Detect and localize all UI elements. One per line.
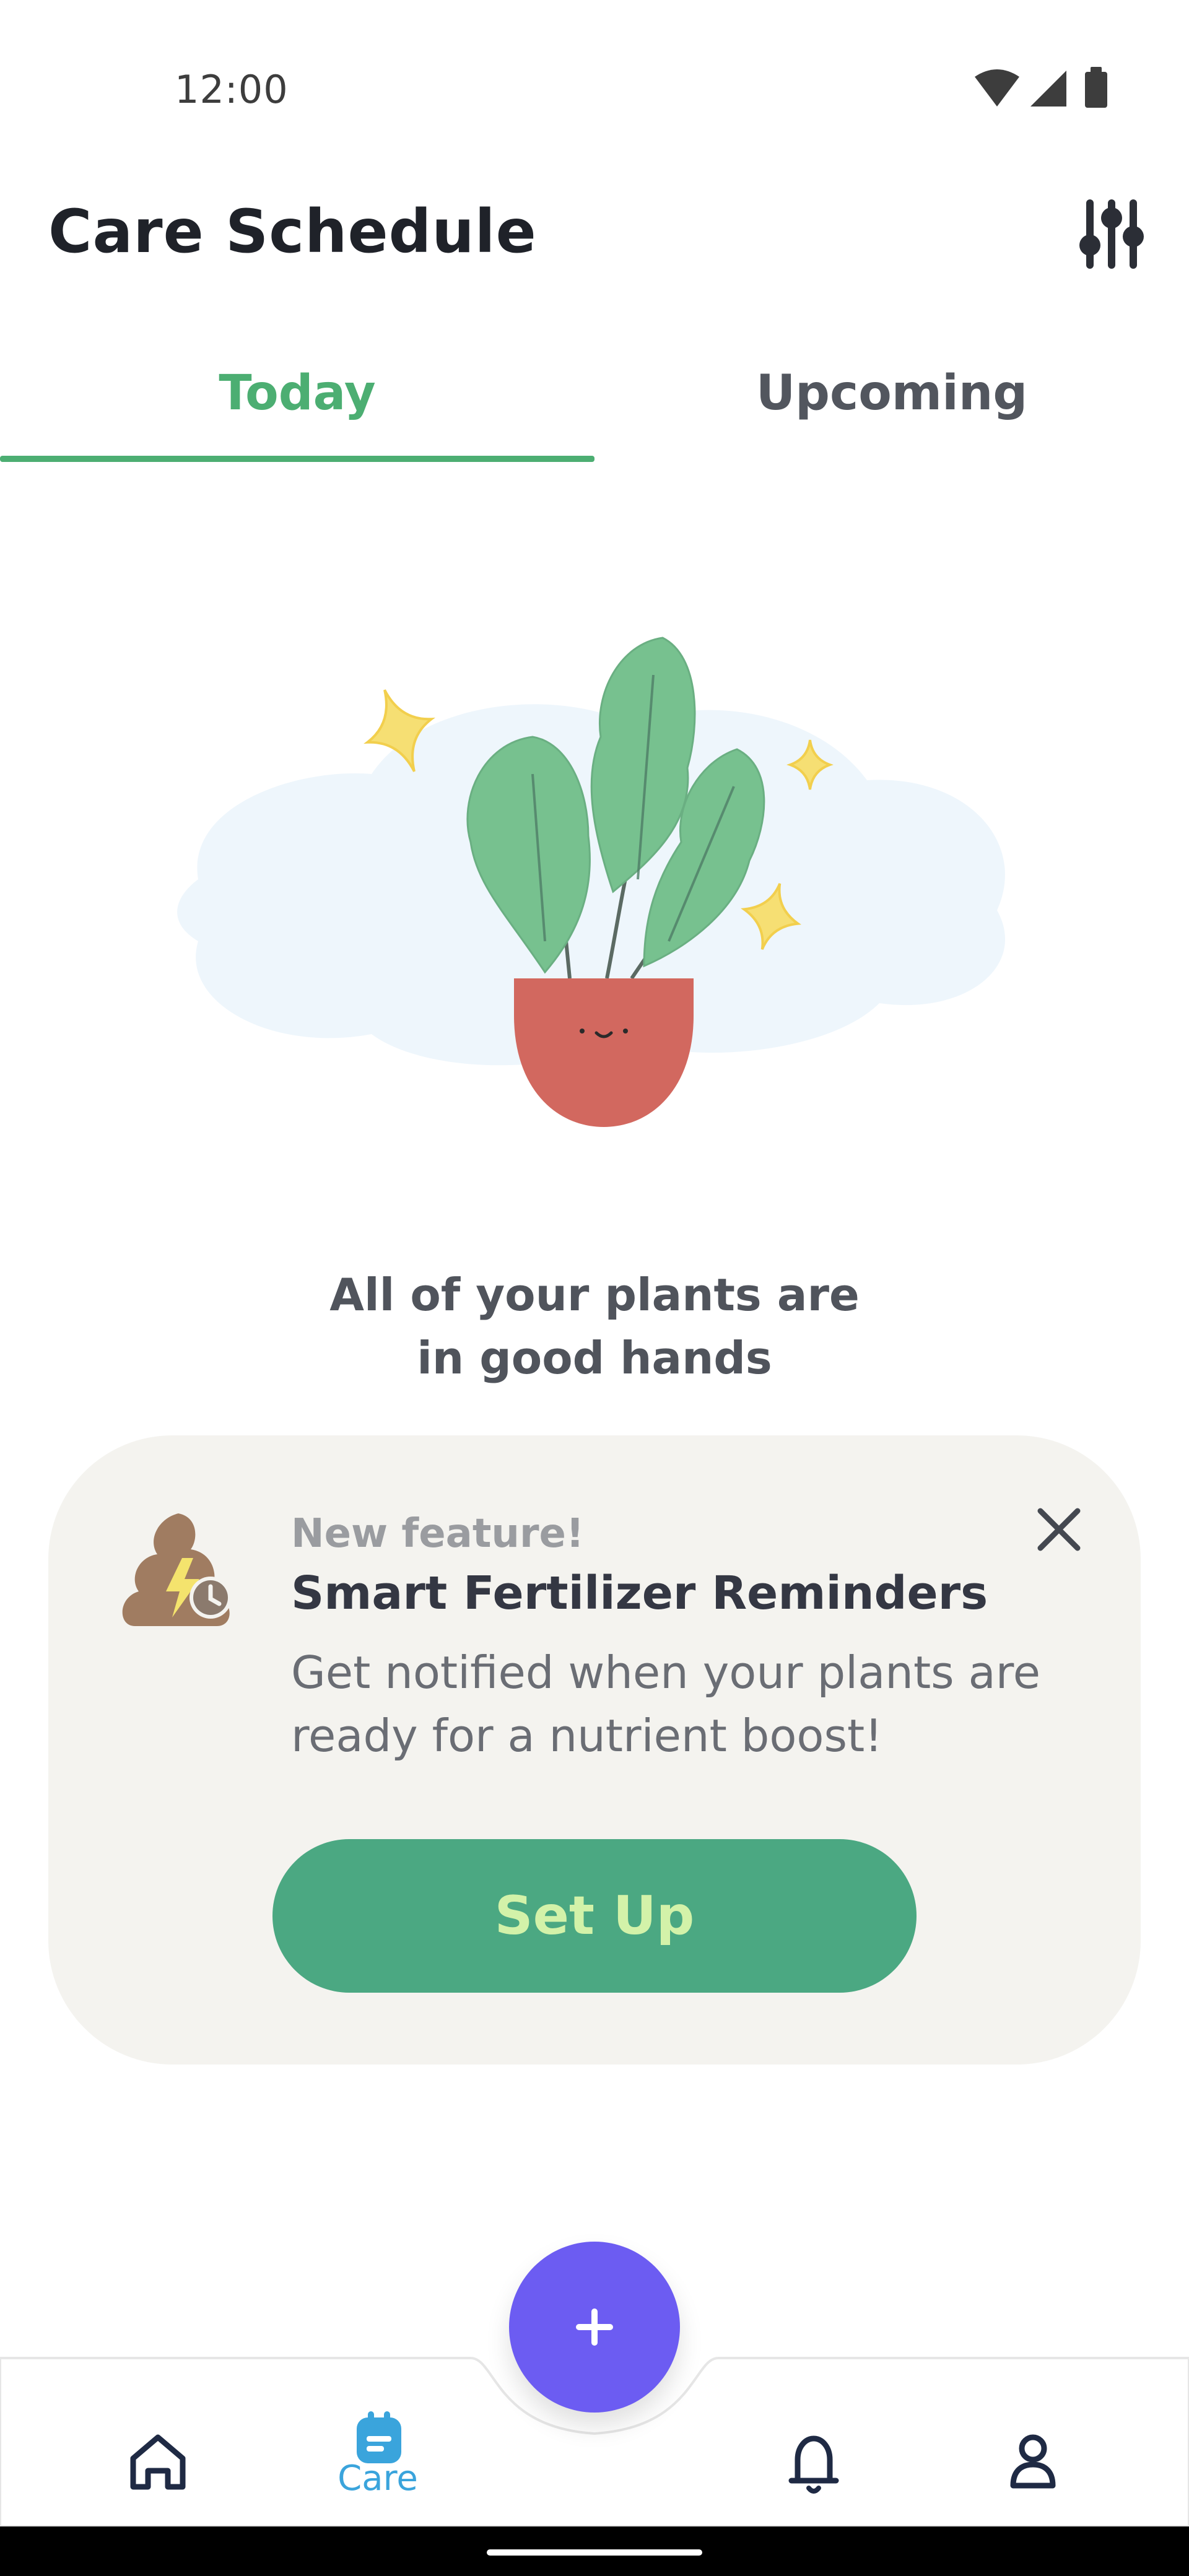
- empty-state-line-1: All of your plants are: [329, 1269, 860, 1321]
- wifi-icon: [975, 69, 1019, 107]
- sliders-icon[interactable]: [1078, 197, 1146, 271]
- add-fab-button[interactable]: [509, 2242, 680, 2413]
- status-time: 12:00: [175, 67, 289, 112]
- feature-title: Smart Fertilizer Reminders: [291, 1567, 988, 1620]
- feature-description: Get notified when your plants are ready …: [291, 1647, 1041, 1762]
- fertilizer-reminder-icon: [122, 1513, 232, 1626]
- battery-icon: [1085, 67, 1107, 108]
- setup-button[interactable]: Set Up: [272, 1839, 917, 1993]
- cell-signal-icon: [1030, 71, 1066, 107]
- tab-today[interactable]: Today: [0, 347, 594, 464]
- tab-bar: Today Upcoming: [0, 347, 1189, 464]
- plus-icon: [576, 2308, 613, 2346]
- happy-plant-illustration: [177, 637, 1006, 1127]
- page-title: Care Schedule: [48, 197, 537, 266]
- empty-state-message: All of your plants are in good hands: [285, 1263, 904, 1390]
- active-tab-indicator: [0, 456, 594, 462]
- feature-eyebrow: New feature!: [291, 1511, 585, 1557]
- home-indicator[interactable]: [487, 2549, 702, 2556]
- nav-label-care[interactable]: Care: [310, 2458, 446, 2499]
- close-icon[interactable]: [1028, 1499, 1090, 1560]
- bell-icon[interactable]: [758, 2403, 869, 2514]
- home-icon[interactable]: [102, 2403, 214, 2514]
- status-icons: [975, 67, 1107, 108]
- tab-upcoming[interactable]: Upcoming: [594, 347, 1189, 464]
- profile-icon[interactable]: [977, 2403, 1089, 2514]
- empty-state-line-2: in good hands: [417, 1332, 772, 1384]
